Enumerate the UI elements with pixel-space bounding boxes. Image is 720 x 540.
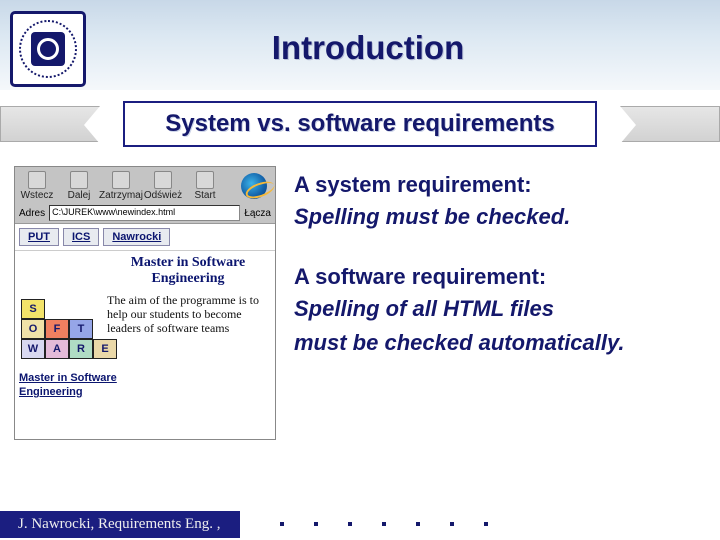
subtitle: System vs. software requirements bbox=[123, 101, 597, 147]
blocks-caption[interactable]: Master in Software Engineering bbox=[19, 371, 159, 399]
system-req-body: Spelling must be checked. bbox=[294, 204, 708, 230]
footer-dots bbox=[240, 522, 720, 526]
address-input[interactable]: C:\JUREK\www\newindex.html bbox=[49, 205, 240, 221]
system-req-heading: A system requirement: bbox=[294, 172, 708, 198]
forward-button[interactable]: Dalej bbox=[61, 171, 97, 201]
link-ics[interactable]: ICS bbox=[63, 228, 99, 246]
ie-logo-icon bbox=[241, 173, 267, 199]
home-button[interactable]: Start bbox=[187, 171, 223, 201]
subtitle-ribbon: System vs. software requirements bbox=[0, 100, 720, 148]
browser-body: S O F T W A R E Master in Software Engin… bbox=[15, 251, 275, 440]
header-bar: Introduction bbox=[0, 0, 720, 90]
stop-button[interactable]: Zatrzymaj bbox=[103, 171, 139, 201]
slide-title: Introduction bbox=[86, 23, 720, 67]
software-req-heading: A software requirement: bbox=[294, 264, 708, 290]
refresh-button[interactable]: Odśwież bbox=[145, 171, 181, 201]
link-nawrocki[interactable]: Nawrocki bbox=[103, 228, 170, 246]
address-row: Adres C:\JUREK\www\newindex.html Łącza bbox=[15, 203, 275, 224]
back-button[interactable]: Wstecz bbox=[19, 171, 55, 201]
university-logo bbox=[10, 11, 86, 87]
software-req-body1: Spelling of all HTML files bbox=[294, 296, 708, 322]
blocks-graphic: S O F T W A R E Master in Software Engin… bbox=[15, 251, 101, 440]
mse-paragraph: The aim of the programme is to help our … bbox=[107, 293, 269, 335]
ribbon-right bbox=[620, 106, 720, 142]
ribbon-left bbox=[0, 106, 100, 142]
main-text: A system requirement: Spelling must be c… bbox=[294, 166, 708, 440]
mse-heading: Master in Software Engineering bbox=[107, 255, 269, 287]
body-text-col: Master in Software Engineering The aim o… bbox=[101, 251, 275, 440]
footer-label: J. Nawrocki, Requirements Eng. , bbox=[0, 511, 240, 538]
browser-screenshot: Wstecz Dalej Zatrzymaj Odśwież Start Adr… bbox=[14, 166, 276, 440]
address-label: Adres bbox=[19, 208, 45, 219]
footer: J. Nawrocki, Requirements Eng. , bbox=[0, 508, 720, 540]
browser-toolbar: Wstecz Dalej Zatrzymaj Odśwież Start bbox=[15, 167, 275, 203]
link-row: PUT ICS Nawrocki bbox=[15, 224, 275, 251]
software-req-body2: must be checked automatically. bbox=[294, 330, 708, 356]
links-label[interactable]: Łącza bbox=[244, 208, 271, 219]
link-put[interactable]: PUT bbox=[19, 228, 59, 246]
